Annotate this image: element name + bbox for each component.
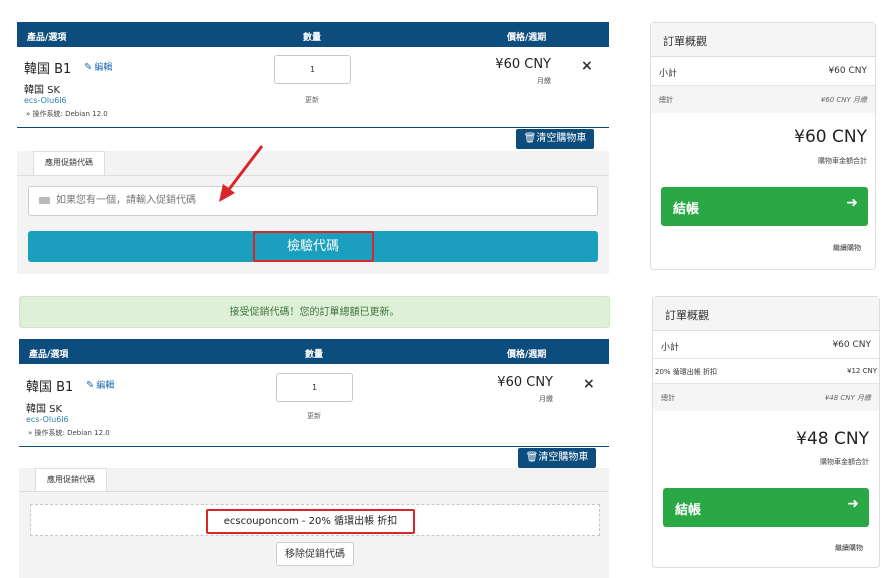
total-label: 總計 — [659, 96, 673, 104]
cart-total: ¥48 CNY — [796, 429, 869, 449]
arrow-right-icon: ➜ — [847, 496, 859, 512]
total-recurring: ¥60 CNY 月繳 — [820, 96, 867, 104]
subtotal-label: 小計 — [661, 343, 680, 353]
cart-total: ¥60 CNY — [794, 127, 867, 147]
trash-icon: 🗑 — [523, 133, 537, 144]
edit-label: 編輯 — [94, 63, 113, 73]
total-recurring: ¥48 CNY 月繳 — [824, 394, 871, 402]
cart-table-header: 產品/選項 數量 價格/週期 — [17, 22, 609, 47]
header-qty: 數量 — [303, 33, 322, 43]
checkout-button[interactable]: 結帳 ➜ — [661, 187, 868, 226]
cart-item-row: 韓国 B1 ✎ 編輯 韓国 SK ecs-Olu6l6 » 操作系統: Debia… — [17, 47, 609, 128]
cart-total-caption: 購物車金額合計 — [818, 157, 867, 165]
os-info: » 操作系統: Debian 12.0 — [28, 429, 110, 437]
edit-label: 編輯 — [96, 381, 115, 391]
promo-divider — [19, 491, 609, 492]
quantity-input[interactable]: 1 — [274, 55, 351, 84]
summary-title: 訂單概觀 — [653, 297, 879, 331]
checkout-label: 結帳 — [673, 202, 700, 217]
trash-icon: 🗑 — [525, 452, 539, 463]
continue-shopping-link[interactable]: 繼續購物 — [771, 243, 861, 253]
item-price: ¥60 CNY — [497, 375, 553, 390]
clear-cart-button[interactable]: 🗑清空購物車 — [518, 448, 596, 468]
discount-value: ¥12 CNY — [847, 367, 877, 375]
subtotal-label: 小計 — [659, 69, 678, 79]
continue-shopping-link[interactable]: 繼續購物 — [773, 543, 863, 553]
arrow-right-icon: ➜ — [846, 195, 858, 211]
summary-title-text: 訂單概觀 — [665, 309, 709, 322]
tab-apply-promo[interactable]: 應用促銷代碼 — [33, 151, 105, 176]
update-link[interactable]: 更新 — [297, 95, 327, 105]
success-alert: 接受促銷代碼！您的訂單總額已更新。 — [19, 296, 610, 328]
header-price: 價格/週期 — [507, 350, 547, 360]
header-price: 價格/週期 — [507, 33, 547, 43]
header-product: 產品/選項 — [27, 33, 67, 43]
subtotal-value: ¥60 CNY — [832, 340, 871, 350]
item-price: ¥60 CNY — [495, 57, 551, 72]
summary-title-text: 訂單概觀 — [663, 35, 707, 48]
subtotal-value: ¥60 CNY — [828, 66, 867, 76]
checkout-label: 結帳 — [675, 503, 702, 518]
hostname: ecs-Olu6l6 — [24, 96, 67, 105]
product-group: 韓国 SK — [24, 85, 61, 96]
product-name: 韓国 B1 — [26, 380, 74, 395]
cart-item-row: 韓国 B1 ✎ 編輯 韓国 SK ecs-Olu6l6 » 操作系統: Debia… — [19, 364, 609, 447]
promo-code-input[interactable]: 如果您有一個，請輸入促銷代碼 — [28, 186, 598, 216]
cart-table-header: 產品/選項 數量 價格/週期 — [19, 339, 609, 364]
checkout-button[interactable]: 結帳 ➜ — [663, 488, 869, 527]
total-label: 總計 — [661, 394, 675, 402]
remove-promo-button[interactable]: 移除促銷代碼 — [276, 542, 354, 566]
billing-period: 月繳 — [539, 395, 553, 403]
edit-link[interactable]: ✎ 編輯 — [84, 60, 112, 73]
subtotal-row: 小計 ¥60 CNY — [651, 57, 875, 86]
header-qty: 數量 — [305, 350, 324, 360]
promo-divider — [17, 175, 609, 176]
hostname: ecs-Olu6l6 — [26, 415, 69, 424]
discount-label: 20% 循環出帳 折扣 — [655, 368, 718, 376]
subtotal-row: 小計 ¥60 CNY — [653, 331, 879, 359]
os-info: » 操作系統: Debian 12.0 — [26, 110, 108, 118]
ticket-icon — [39, 196, 50, 204]
clear-cart-label: 清空購物車 — [536, 133, 587, 144]
pencil-icon: ✎ — [84, 62, 93, 73]
remove-item-icon[interactable]: × — [583, 376, 595, 392]
tab-apply-promo[interactable]: 應用促銷代碼 — [35, 468, 107, 492]
quantity-input[interactable]: 1 — [276, 373, 353, 402]
summary-title: 訂單概觀 — [651, 23, 875, 57]
remove-item-icon[interactable]: × — [581, 58, 593, 74]
red-arrow-icon — [219, 145, 264, 202]
product-name: 韓国 B1 — [24, 62, 72, 77]
update-link[interactable]: 更新 — [299, 411, 329, 421]
product-group: 韓国 SK — [26, 404, 63, 415]
highlight-box-validate — [253, 231, 374, 262]
order-summary-1: 訂單概觀 小計 ¥60 CNY 總計 ¥60 CNY 月繳 ¥60 CNY 購物… — [650, 22, 876, 270]
cart-total-caption: 購物車金額合計 — [820, 458, 869, 466]
header-product: 產品/選項 — [29, 350, 69, 360]
promo-placeholder: 如果您有一個，請輸入促銷代碼 — [56, 195, 196, 206]
clear-cart-label: 清空購物車 — [538, 452, 589, 463]
edit-link[interactable]: ✎ 編輯 — [86, 378, 114, 391]
cart-section-2: 產品/選項 數量 價格/週期 韓国 B1 ✎ 編輯 韓国 SK ecs-Olu6l… — [19, 339, 609, 578]
pencil-icon: ✎ — [86, 380, 95, 391]
discount-row: 20% 循環出帳 折扣 ¥12 CNY — [653, 359, 879, 384]
applied-promo-text: ecscouponcom - 20% 循環出帳 折扣 — [206, 509, 415, 534]
total-row: 總計 ¥48 CNY 月繳 — [653, 384, 879, 411]
total-row: 總計 ¥60 CNY 月繳 — [651, 86, 875, 113]
billing-period: 月繳 — [537, 77, 551, 85]
clear-cart-button[interactable]: 🗑清空購物車 — [516, 129, 594, 149]
order-summary-2: 訂單概觀 小計 ¥60 CNY 20% 循環出帳 折扣 ¥12 CNY 總計 ¥… — [652, 296, 880, 568]
